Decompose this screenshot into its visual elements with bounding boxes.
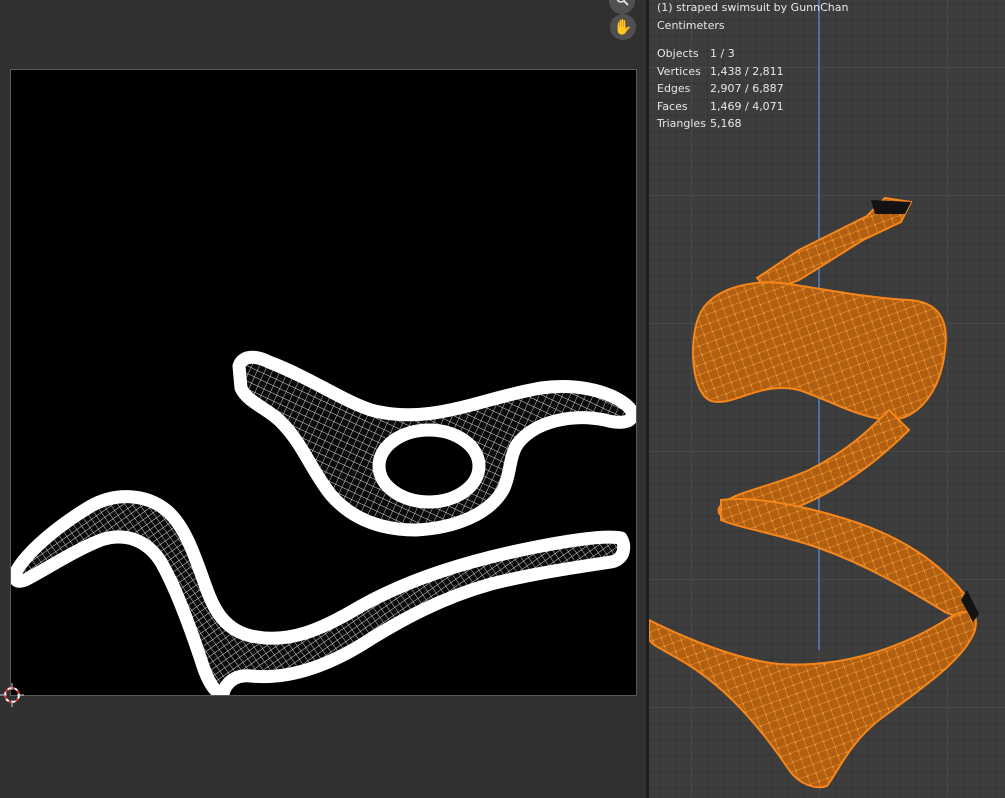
stat-row-faces: Faces 1,469 / 4,071 bbox=[657, 98, 784, 116]
stat-value: 2,907 / 6,887 bbox=[710, 82, 784, 95]
pan-tool-button[interactable]: ✋ bbox=[610, 14, 636, 40]
magnifier-icon bbox=[615, 0, 629, 10]
stat-row-triangles: Triangles 5,168 bbox=[657, 115, 784, 133]
stat-value: 1 / 3 bbox=[710, 47, 735, 60]
stat-row-vertices: Vertices 1,438 / 2,811 bbox=[657, 63, 784, 81]
uv-canvas[interactable] bbox=[10, 69, 637, 696]
stat-label: Objects bbox=[657, 47, 699, 60]
stat-value: 1,438 / 2,811 bbox=[710, 64, 784, 78]
hand-icon: ✋ bbox=[613, 18, 633, 36]
stat-label: Triangles bbox=[657, 117, 706, 130]
stat-row-objects: Objects 1 / 3 bbox=[657, 45, 784, 63]
stat-label: Faces bbox=[657, 99, 688, 113]
zoom-tool-button[interactable] bbox=[609, 0, 635, 14]
stat-label: Vertices bbox=[657, 64, 701, 78]
uv-islands bbox=[11, 350, 636, 695]
uv-island-upper bbox=[232, 350, 636, 537]
object-title: (1) straped swimsuit by GunnChan bbox=[657, 1, 849, 14]
units-label: Centimeters bbox=[657, 19, 725, 32]
stat-value: 5,168 bbox=[710, 117, 742, 130]
stat-value: 1,469 / 4,071 bbox=[710, 99, 784, 113]
stat-label: Edges bbox=[657, 82, 691, 95]
3d-viewport[interactable]: (1) straped swimsuit by GunnChan Centime… bbox=[649, 0, 1005, 798]
uv-island-lower bbox=[11, 490, 631, 695]
scene-statistics: Objects 1 / 3 Vertices 1,438 / 2,811 Edg… bbox=[657, 45, 784, 133]
3d-cursor-icon[interactable] bbox=[0, 683, 24, 707]
stat-row-edges: Edges 2,907 / 6,887 bbox=[657, 80, 784, 98]
uv-editor[interactable]: ✋ bbox=[0, 0, 646, 798]
